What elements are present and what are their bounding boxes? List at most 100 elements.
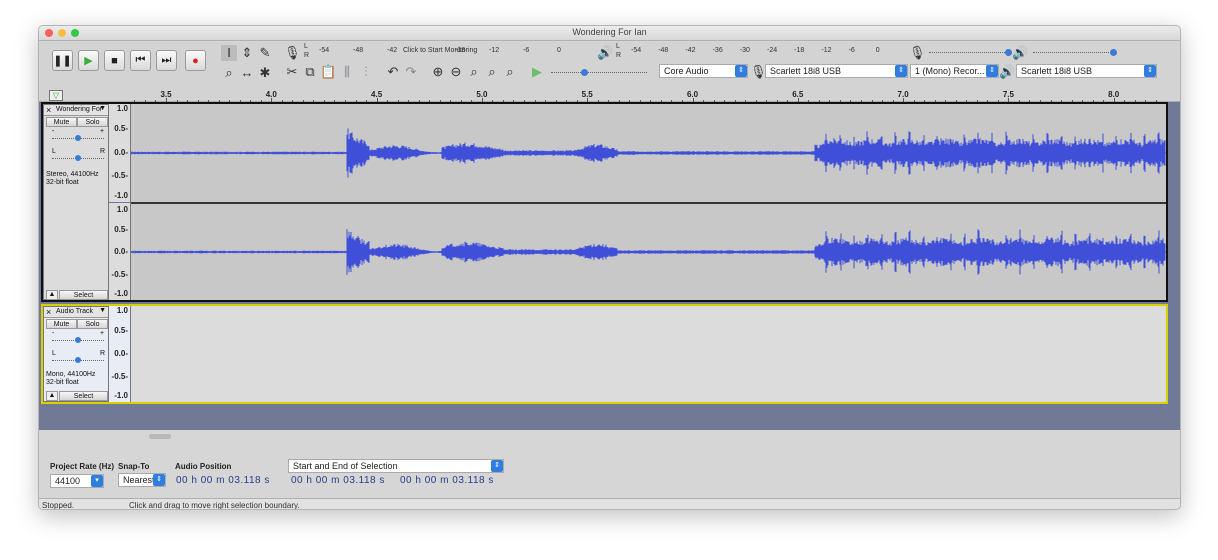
silence-icon[interactable]: ⫶ — [358, 64, 374, 80]
track-name-bar[interactable]: × Audio Track ▼ — [44, 307, 108, 318]
gain-plus-label: + — [100, 330, 105, 337]
copy-icon[interactable]: ⧉ — [302, 64, 318, 80]
chevron-down-icon: ⇕ — [1144, 65, 1156, 77]
pan-thumb[interactable] — [75, 155, 81, 161]
playback-volume-slider[interactable] — [1033, 52, 1115, 53]
snap-to-label: Snap-To — [118, 462, 150, 471]
timeline-ruler[interactable]: ▽ 3.5 4.0 4.5 5.0 5.5 6.0 6.5 7.0 7.5 8.0 — [39, 90, 1180, 102]
recording-channels-select[interactable]: 1 (Mono) Recor... ⇕ — [910, 64, 999, 78]
amplitude-scale-upper[interactable]: 1.0 0.5- 0.0- -0.5- -1.0 — [109, 104, 131, 202]
track-name[interactable]: Wondering For — [56, 106, 102, 113]
solo-button[interactable]: Solo — [77, 319, 108, 329]
skip-to-end-button[interactable]: ⏭ — [156, 50, 177, 71]
play-speed-slider[interactable] — [551, 72, 647, 73]
meter-tick-label: -54 — [319, 47, 330, 54]
selection-start-time[interactable]: 00 h 00 m 03.118 s — [291, 475, 385, 488]
pan-thumb[interactable] — [75, 357, 81, 363]
stop-button[interactable]: ■ — [104, 50, 125, 71]
zoom-toggle-icon[interactable]: ⌕ — [502, 64, 518, 80]
zoom-tool-icon[interactable]: ⌕ — [221, 65, 237, 81]
track-mono[interactable]: × Audio Track ▼ Mute Solo - + L R Mono, … — [41, 304, 1168, 404]
pan-left-label: L — [52, 148, 56, 155]
selection-end-time[interactable]: 00 h 00 m 03.118 s — [400, 475, 494, 488]
recording-volume-slider[interactable] — [929, 52, 1011, 53]
amplitude-scale[interactable]: 1.0 0.5- 0.0- -0.5- -1.0 — [109, 306, 131, 402]
close-track-icon[interactable]: × — [46, 105, 51, 115]
collapse-track-icon[interactable]: ▲ — [46, 391, 58, 401]
record-meter[interactable]: -54 -48 -42 Click to Start Monitoring -18 -12… — [311, 44, 583, 58]
meter-tick-label: -6 — [848, 47, 855, 54]
microphone-icon[interactable]: 🎙 — [284, 45, 301, 61]
audio-host-select[interactable]: Core Audio ⇕ — [659, 64, 748, 78]
selection-mode-select[interactable]: Start and End of Selection ⇕ — [288, 459, 504, 473]
speaker-icon[interactable]: 🔊 — [597, 45, 613, 61]
play-speed-thumb[interactable] — [581, 69, 588, 76]
playback-meter[interactable]: -54 -48 -42 -36 -30 -24 -18 -12 -6 0 — [623, 44, 895, 58]
meter-tick-label: -42 — [387, 47, 398, 54]
redo-icon[interactable]: ↷ — [403, 64, 419, 80]
paste-icon[interactable]: 📋 — [320, 64, 336, 80]
record-meter-r: R — [304, 52, 310, 59]
playback-volume-icon: 🔊 — [1012, 45, 1029, 60]
toolbar-area: ❚❚ ▶ ■ ⏮ ⏭ ● I ⇕ ✎ ⌕ ↔ ✱ 🎙 L R -54 -48 -42… — [39, 42, 1180, 90]
horizontal-scrollbar[interactable] — [39, 430, 1180, 442]
window-title: Wondering For Ian — [572, 27, 647, 37]
audio-position-time[interactable]: 00 h 00 m 03.118 s — [176, 475, 270, 488]
zoom-out-icon[interactable]: ⊖ — [448, 64, 464, 80]
zoom-in-icon[interactable]: ⊕ — [430, 64, 446, 80]
undo-icon[interactable]: ↶ — [385, 64, 401, 80]
fit-project-icon[interactable]: ⌕ — [484, 64, 500, 80]
amplitude-scale-lower[interactable]: 1.0 0.5- 0.0- -0.5- -1.0 — [109, 203, 131, 300]
project-rate-select[interactable]: 44100 ▾ — [50, 474, 104, 488]
meter-tick-label: -48 — [353, 47, 364, 54]
track-name[interactable]: Audio Track — [56, 308, 93, 315]
solo-button[interactable]: Solo — [77, 117, 108, 127]
track-menu-chevron-down-icon[interactable]: ▼ — [99, 307, 106, 314]
play-at-speed-icon[interactable]: ▶ — [529, 64, 545, 80]
meter-tick-label: -42 — [685, 47, 696, 54]
draw-tool-icon[interactable]: ✎ — [257, 45, 273, 61]
snap-to-select[interactable]: Nearest ⇕ — [118, 473, 166, 487]
meter-tick-label: -12 — [489, 47, 500, 54]
time-shift-tool-icon[interactable]: ↔ — [239, 65, 255, 81]
select-track-button[interactable]: Select — [59, 391, 108, 401]
collapse-track-icon[interactable]: ▲ — [46, 290, 58, 300]
track-name-bar[interactable]: × Wondering For ▼ — [44, 105, 108, 116]
close-track-icon[interactable]: × — [46, 307, 51, 317]
play-button[interactable]: ▶ — [78, 50, 99, 71]
waveform-plot — [131, 128, 1166, 178]
waveform-left-channel[interactable] — [131, 104, 1166, 202]
playback-device-icon: 🔊 — [999, 64, 1016, 79]
selection-tool-icon[interactable]: I — [221, 45, 237, 61]
waveform-right-channel[interactable] — [131, 204, 1166, 300]
multi-tool-icon[interactable]: ✱ — [257, 65, 273, 81]
record-button[interactable]: ● — [185, 50, 206, 71]
scrollbar-thumb[interactable] — [149, 434, 171, 439]
status-hint: Click and drag to move right selection b… — [129, 501, 300, 510]
gain-thumb[interactable] — [75, 135, 81, 141]
gain-thumb[interactable] — [75, 337, 81, 343]
skip-to-start-button[interactable]: ⏮ — [130, 50, 151, 71]
trim-icon[interactable]: ⫼ — [339, 64, 355, 80]
cut-icon[interactable]: ✂ — [284, 64, 300, 80]
envelope-tool-icon[interactable]: ⇕ — [239, 45, 255, 61]
meter-tick-label: -54 — [631, 47, 642, 54]
waveform-plot — [131, 229, 1166, 275]
recording-device-select[interactable]: Scarlett 18i8 USB ⇕ — [765, 64, 908, 78]
recording-volume-thumb[interactable] — [1005, 49, 1012, 56]
mute-button[interactable]: Mute — [46, 319, 77, 329]
chevron-down-icon: ⇕ — [895, 65, 907, 77]
track-stereo[interactable]: × Wondering For ▼ Mute Solo - + L R Ster… — [41, 102, 1168, 302]
select-track-button[interactable]: Select — [59, 290, 108, 300]
track-menu-chevron-down-icon[interactable]: ▼ — [99, 105, 106, 112]
empty-waveform-area[interactable] — [131, 306, 1166, 402]
timeline-options-icon[interactable]: ▽ — [49, 90, 63, 101]
pause-button[interactable]: ❚❚ — [52, 50, 73, 71]
playback-device-select[interactable]: Scarlett 18i8 USB ⇕ — [1016, 64, 1157, 78]
mute-button[interactable]: Mute — [46, 117, 77, 127]
recording-device-icon: 🎙 — [750, 64, 767, 79]
meter-tick-label: -6 — [523, 47, 530, 54]
fit-selection-icon[interactable]: ⌕ — [466, 64, 482, 80]
playback-volume-thumb[interactable] — [1110, 49, 1117, 56]
meter-tick-label: -30 — [739, 47, 750, 54]
